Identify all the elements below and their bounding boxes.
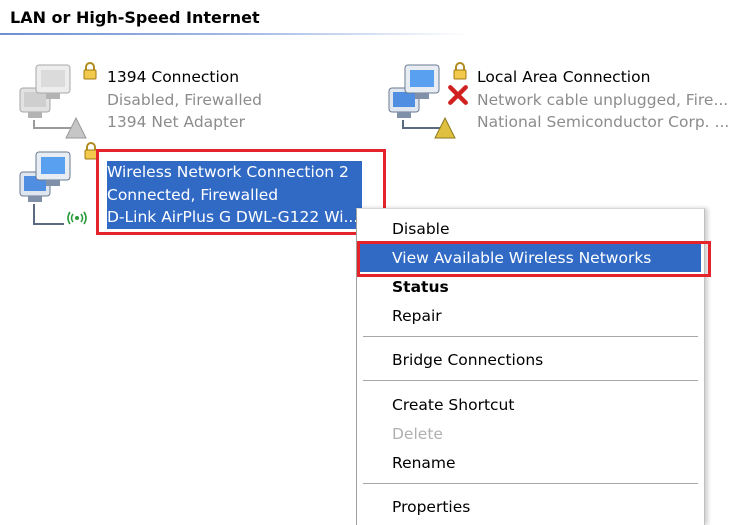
menu-item-repair[interactable]: Repair	[360, 302, 701, 330]
connection-status: Network cable unplugged, Fire...	[477, 90, 729, 109]
connection-local-area[interactable]: Local Area Connection Network cable unpl…	[385, 60, 740, 144]
disconnected-x-icon	[448, 85, 468, 105]
connection-status: Disabled, Firewalled	[107, 90, 263, 109]
connection-name: Local Area Connection	[477, 68, 651, 86]
wireless-signal-icon	[67, 211, 87, 225]
menu-separator	[363, 336, 698, 338]
annotation-highlight-connection	[96, 149, 386, 235]
connection-1394[interactable]: 1394 Connection Disabled, Firewalled 139…	[16, 60, 286, 144]
annotation-highlight-menu-item	[357, 241, 711, 277]
menu-separator	[363, 483, 698, 485]
menu-item-bridge-connections[interactable]: Bridge Connections	[360, 346, 701, 374]
menu-separator	[363, 380, 698, 382]
lock-icon	[83, 62, 97, 80]
menu-item-delete: Delete	[392, 425, 443, 443]
menu-item-disable[interactable]: Disable	[360, 215, 701, 243]
menu-item-rename[interactable]: Rename	[360, 449, 701, 477]
connection-device: National Semiconductor Corp. ...	[477, 113, 730, 131]
group-header: LAN or High-Speed Internet	[10, 8, 260, 27]
connection-name: 1394 Connection	[107, 68, 240, 86]
menu-item-create-shortcut[interactable]: Create Shortcut	[360, 391, 701, 419]
menu-item-properties[interactable]: Properties	[360, 493, 701, 521]
group-divider	[0, 33, 470, 35]
connection-wireless-2[interactable]	[16, 142, 106, 234]
lock-icon	[453, 62, 467, 80]
connection-device: 1394 Net Adapter	[107, 113, 246, 131]
network-computers-icon	[19, 151, 71, 225]
menu-item-status[interactable]: Status	[360, 273, 701, 301]
